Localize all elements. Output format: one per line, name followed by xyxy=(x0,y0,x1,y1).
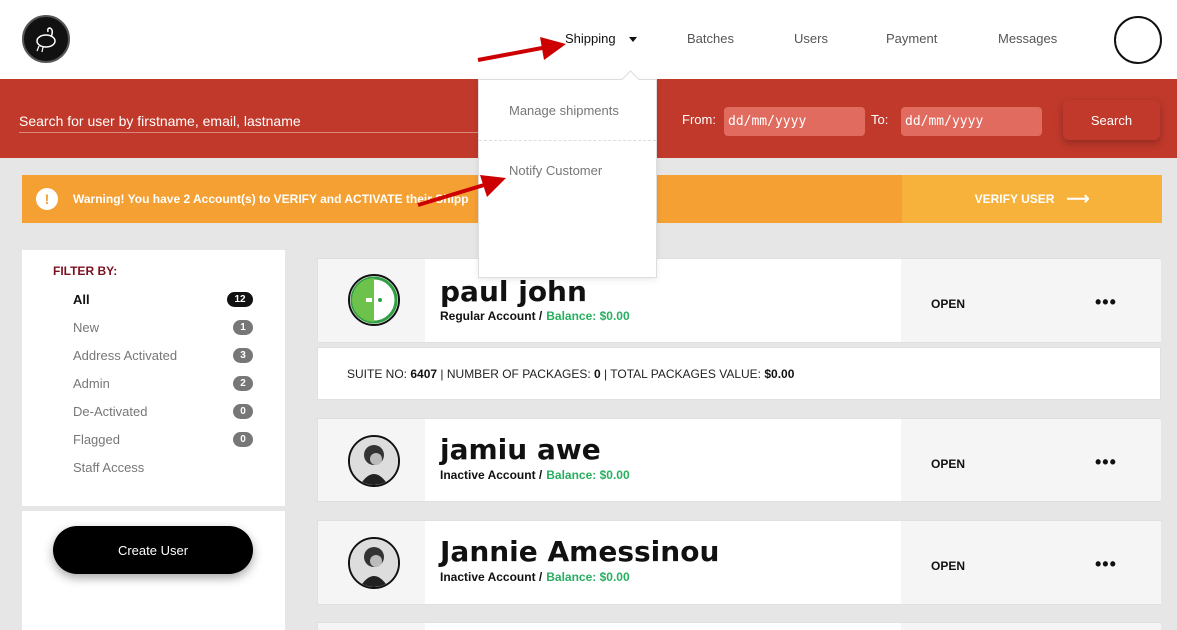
user-name[interactable]: jamiu awe xyxy=(440,433,601,466)
suite-number: 6407 xyxy=(410,367,438,381)
user-card[interactable] xyxy=(317,622,1161,630)
filter-de-activated[interactable]: De-Activated xyxy=(73,404,147,419)
account-type: Regular Account / xyxy=(440,309,543,323)
nav-shipping[interactable]: Shipping xyxy=(565,31,616,46)
user-card[interactable]: Jannie Amessinou Inactive Account / Balan… xyxy=(317,520,1161,605)
warning-icon: ! xyxy=(36,188,58,210)
user-card[interactable]: paul john Regular Account / Balance: $0.0… xyxy=(317,258,1161,343)
shipping-dropdown-menu: Manage shipments Notify Customer xyxy=(478,79,657,278)
to-date-input[interactable]: dd/mm/yyyy xyxy=(901,107,1042,136)
from-label: From: xyxy=(682,112,716,127)
avatar-image-icon xyxy=(350,276,398,324)
search-button[interactable]: Search xyxy=(1063,100,1160,140)
verify-user-button[interactable]: VERIFY USER ⟶ xyxy=(902,175,1162,223)
packages-label: | NUMBER OF PACKAGES: xyxy=(440,367,591,381)
count-badge: 12 xyxy=(227,292,253,307)
filter-panel: FILTER BY: All 12 New 1 Address Activate… xyxy=(22,250,285,506)
user-name[interactable]: paul john xyxy=(440,275,587,308)
count-badge: 3 xyxy=(233,348,253,363)
warning-text: Warning! You have 2 Account(s) to VERIFY… xyxy=(73,192,469,206)
account-info: Inactive Account / Balance: $0.00 xyxy=(440,468,630,482)
avatar xyxy=(348,537,400,589)
balance: Balance: $0.00 xyxy=(546,468,630,482)
profile-avatar[interactable] xyxy=(1114,16,1162,64)
packages-value: $0.00 xyxy=(764,367,795,381)
filter-all[interactable]: All xyxy=(73,292,90,307)
count-badge: 2 xyxy=(233,376,253,391)
suite-label: SUITE NO: xyxy=(347,367,408,381)
avatar-image-icon xyxy=(350,539,398,587)
to-label: To: xyxy=(871,112,889,127)
verify-user-label: VERIFY USER xyxy=(974,192,1055,206)
menu-divider xyxy=(479,140,656,141)
search-input[interactable] xyxy=(19,109,489,133)
suite-info-row: SUITE NO: 6407 | NUMBER OF PACKAGES: 0 |… xyxy=(317,347,1161,400)
create-user-panel: Create User xyxy=(22,511,285,630)
avatar-cell xyxy=(318,623,425,630)
filter-staff-access[interactable]: Staff Access xyxy=(73,460,144,475)
avatar xyxy=(348,435,400,487)
avatar-image-icon xyxy=(350,437,398,485)
filter-title: FILTER BY: xyxy=(53,264,118,278)
actions-cell xyxy=(901,623,1161,630)
menu-item-manage-shipments[interactable]: Manage shipments xyxy=(509,103,619,118)
status-label: OPEN xyxy=(931,457,966,471)
count-badge: 1 xyxy=(233,320,253,335)
filter-admin[interactable]: Admin xyxy=(73,376,110,391)
arrow-right-icon: ⟶ xyxy=(1066,191,1090,208)
filter-new[interactable]: New xyxy=(73,320,99,335)
user-card[interactable]: jamiu awe Inactive Account / Balance: $0.… xyxy=(317,418,1161,502)
account-type: Inactive Account / xyxy=(440,468,543,482)
balance: Balance: $0.00 xyxy=(546,309,630,323)
count-badge: 0 xyxy=(233,432,253,447)
caret-down-icon[interactable] xyxy=(629,37,637,42)
top-navbar: Shipping Batches Users Payment Messages xyxy=(0,0,1177,79)
more-options-icon[interactable]: ••• xyxy=(1095,292,1117,313)
nav-users[interactable]: Users xyxy=(794,31,828,46)
nav-messages[interactable]: Messages xyxy=(998,31,1057,46)
account-type: Inactive Account / xyxy=(440,570,543,584)
more-options-icon[interactable]: ••• xyxy=(1095,554,1117,575)
nav-payment[interactable]: Payment xyxy=(886,31,937,46)
packages-count: 0 xyxy=(594,367,601,381)
nav-batches[interactable]: Batches xyxy=(687,31,734,46)
logo-icon[interactable] xyxy=(22,15,70,63)
balance: Balance: $0.00 xyxy=(546,570,630,584)
value-label: | TOTAL PACKAGES VALUE: xyxy=(604,367,761,381)
filter-flagged[interactable]: Flagged xyxy=(73,432,120,447)
avatar xyxy=(348,274,400,326)
bird-logo-icon xyxy=(36,27,56,53)
menu-item-notify-customer[interactable]: Notify Customer xyxy=(509,163,602,178)
filter-address-activated[interactable]: Address Activated xyxy=(73,348,177,363)
count-badge: 0 xyxy=(233,404,253,419)
more-options-icon[interactable]: ••• xyxy=(1095,452,1117,473)
user-name[interactable]: Jannie Amessinou xyxy=(440,535,719,568)
status-label: OPEN xyxy=(931,559,966,573)
status-label: OPEN xyxy=(931,297,966,311)
account-info: Inactive Account / Balance: $0.00 xyxy=(440,570,630,584)
create-user-button[interactable]: Create User xyxy=(53,526,253,574)
from-date-input[interactable]: dd/mm/yyyy xyxy=(724,107,865,136)
account-info: Regular Account / Balance: $0.00 xyxy=(440,309,630,323)
